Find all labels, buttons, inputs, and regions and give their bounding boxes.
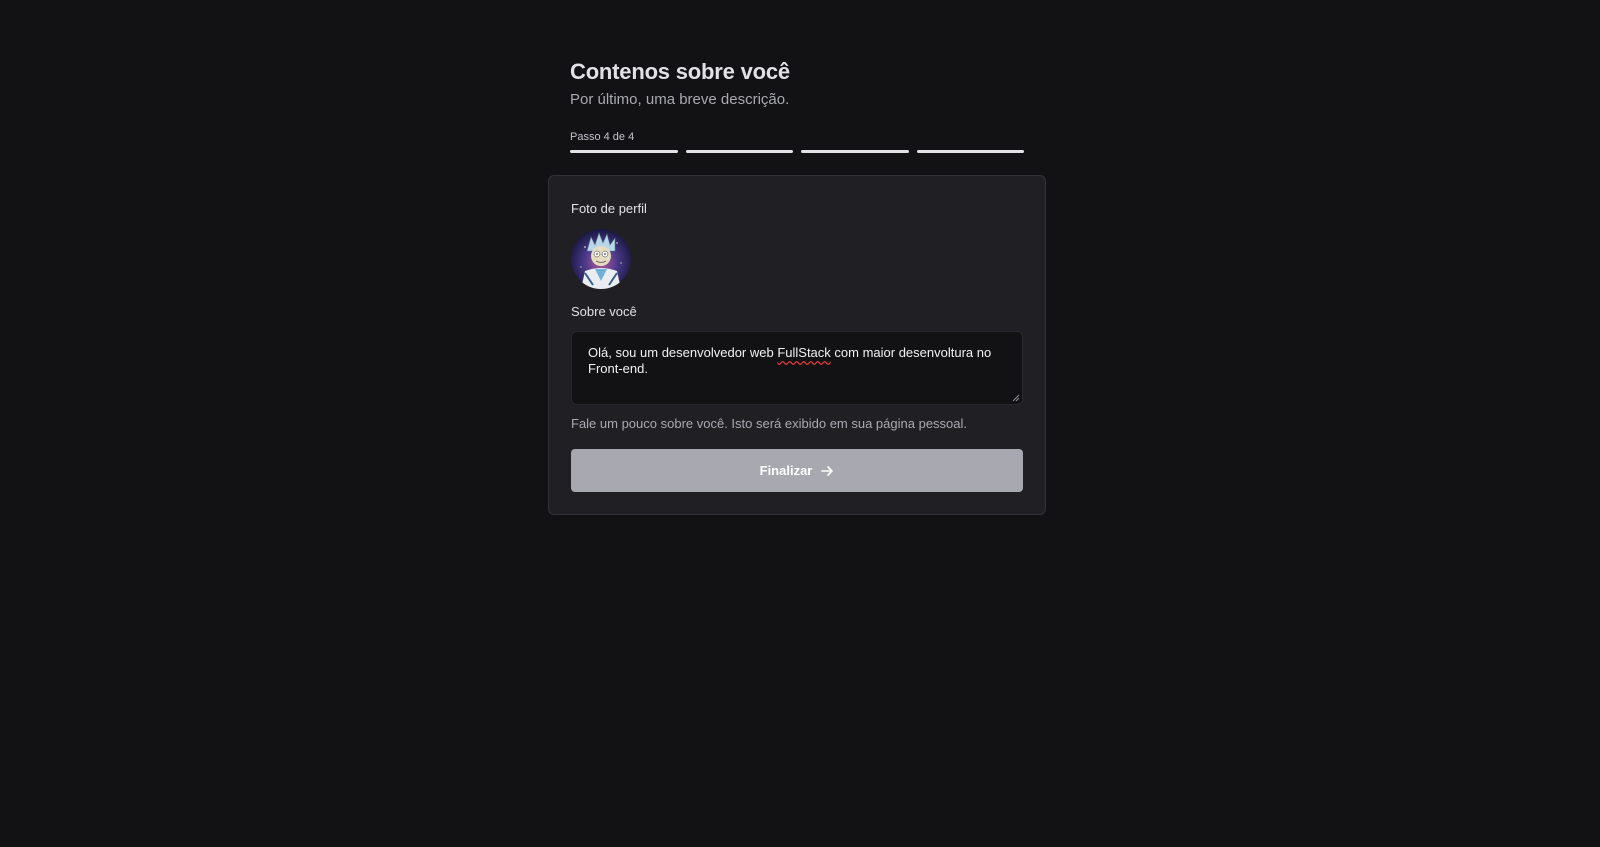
profile-form: Foto de perfil Sobre você Olá, sou um de…	[548, 175, 1046, 515]
page-subtitle: Por último, uma breve descrição.	[570, 91, 790, 108]
finish-button[interactable]: Finalizar	[571, 449, 1023, 492]
step-indicator-text: Passo 4 de 4	[570, 131, 635, 143]
step-bar-2	[685, 150, 793, 153]
about-textarea[interactable]: Olá, sou um desenvolvedor web FullStack …	[571, 331, 1023, 405]
profile-photo-label: Foto de perfil	[571, 201, 647, 216]
about-label: Sobre você	[571, 304, 637, 319]
step-bar-1	[570, 150, 678, 153]
about-help-text: Fale um pouco sobre você. Isto será exib…	[571, 416, 968, 431]
step-progress	[570, 150, 1024, 153]
page-title: Contenos sobre você	[570, 59, 790, 84]
finish-button-label: Finalizar	[759, 463, 813, 478]
step-bar-4	[916, 150, 1024, 153]
about-text-misspelled: FullStack	[777, 345, 831, 360]
register-container: Contenos sobre você Por último, uma brev…	[548, 58, 1046, 515]
about-textarea-value[interactable]: Olá, sou um desenvolvedor web FullStack …	[588, 345, 998, 377]
about-text-part-1: Olá, sou um desenvolvedor web	[588, 345, 778, 360]
page-header: Contenos sobre você Por último, uma brev…	[548, 58, 1046, 153]
step-bar-3	[801, 150, 909, 153]
arrow-right-icon	[820, 464, 834, 478]
resize-handle-icon[interactable]	[1012, 394, 1020, 402]
user-avatar-icon	[571, 229, 631, 289]
